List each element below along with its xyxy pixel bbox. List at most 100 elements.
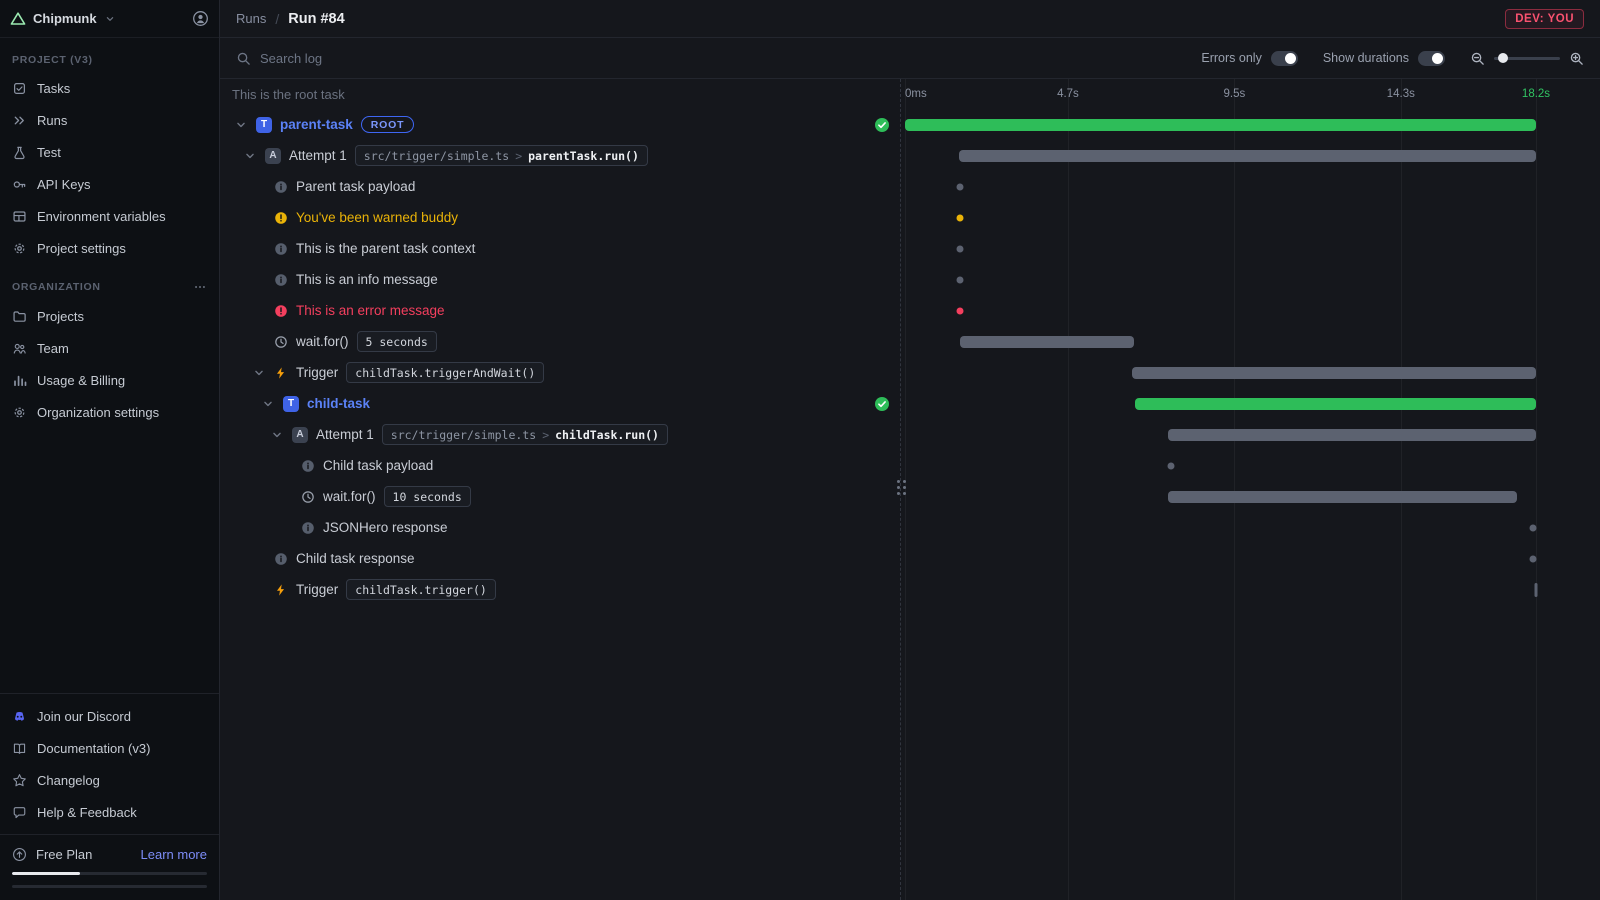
sidebar-item-projects[interactable]: Projects (0, 300, 219, 332)
timeline-row[interactable] (901, 140, 1600, 171)
timeline-row[interactable] (901, 264, 1600, 295)
timeline-row[interactable] (901, 326, 1600, 357)
sidebar-item-usage-billing[interactable]: Usage & Billing (0, 364, 219, 396)
breadcrumb-runs[interactable]: Runs (236, 11, 266, 26)
sidebar-item-label: Changelog (37, 773, 100, 788)
sidebar-item-label: Join our Discord (37, 709, 131, 724)
row-label: Child task payload (323, 458, 433, 473)
info-icon (274, 273, 288, 287)
zoom-out-icon[interactable] (1470, 51, 1485, 66)
environment-badge[interactable]: DEV: YOU (1505, 9, 1584, 29)
organization-menu-icon[interactable] (193, 280, 207, 294)
timeline-span (905, 233, 1536, 264)
info-icon (301, 521, 315, 535)
sidebar-item-changelog[interactable]: Changelog (0, 764, 219, 796)
row-label: child-task (307, 396, 370, 411)
attempt-icon: A (292, 427, 308, 443)
zoom-slider[interactable] (1494, 57, 1560, 60)
timeline-row[interactable] (901, 419, 1600, 450)
avatar[interactable] (192, 10, 209, 27)
run-tree-row[interactable]: Child task response (220, 543, 900, 574)
zoom-in-icon[interactable] (1569, 51, 1584, 66)
run-tree-row[interactable]: Parent task payload (220, 171, 900, 202)
run-tree-row[interactable]: Child task payload (220, 450, 900, 481)
timeline-row[interactable] (901, 357, 1600, 388)
timeline-header: 0ms4.7s9.5s14.3s18.2s (901, 79, 1600, 109)
tasks-icon (12, 81, 27, 96)
search-input[interactable] (260, 51, 560, 66)
sidebar-item-documentation-v3[interactable]: Documentation (v3) (0, 732, 219, 764)
organization-section-header: ORGANIZATION (0, 264, 219, 300)
show-durations-toggle[interactable] (1418, 51, 1445, 66)
sidebar-item-environment-variables[interactable]: Environment variables (0, 200, 219, 232)
timeline-row[interactable] (901, 109, 1600, 140)
sidebar-item-label: Test (37, 145, 61, 160)
sidebar-item-project-settings[interactable]: Project settings (0, 232, 219, 264)
run-tree-row[interactable]: TriggerchildTask.triggerAndWait() (220, 357, 900, 388)
learn-more-link[interactable]: Learn more (141, 847, 207, 862)
workspace-switcher[interactable]: Chipmunk (0, 0, 219, 38)
run-tree-row[interactable]: This is an info message (220, 264, 900, 295)
row-label: Parent task payload (296, 179, 415, 194)
pane-resize-handle[interactable] (894, 476, 909, 499)
run-tree: Tparent-taskROOTAAttempt 1 src/trigger/s… (220, 109, 900, 605)
run-tree-row[interactable]: This is the parent task context (220, 233, 900, 264)
clock-icon (301, 490, 315, 504)
timeline-row[interactable] (901, 481, 1600, 512)
value-chip: childTask.trigger() (346, 579, 496, 600)
row-label: wait.for() (323, 489, 376, 504)
run-tree-row[interactable]: wait.for()5 seconds (220, 326, 900, 357)
chevron-down-icon (270, 428, 284, 442)
row-label: JSONHero response (323, 520, 448, 535)
run-tree-row[interactable]: AAttempt 1 src/trigger/simple.ts>childTa… (220, 419, 900, 450)
sidebar-item-join-our-discord[interactable]: Join our Discord (0, 700, 219, 732)
check-circle-icon (874, 117, 890, 133)
timeline-row[interactable] (901, 171, 1600, 202)
timeline-row[interactable] (901, 543, 1600, 574)
run-tree-row[interactable]: TriggerchildTask.trigger() (220, 574, 900, 605)
sidebar-item-runs[interactable]: Runs (0, 104, 219, 136)
organization-nav: Projects Team Usage & Billing Organizati… (0, 300, 219, 428)
timeline-tick-label: 4.7s (1057, 88, 1079, 100)
root-task-description: This is the root task (232, 87, 345, 102)
sidebar-item-tasks[interactable]: Tasks (0, 72, 219, 104)
sidebar-item-label: Documentation (v3) (37, 741, 150, 756)
sidebar-item-help-feedback[interactable]: Help & Feedback (0, 796, 219, 828)
sidebar-item-organization-settings[interactable]: Organization settings (0, 396, 219, 428)
organization-section-label: ORGANIZATION (12, 281, 101, 293)
errors-only-toggle[interactable] (1271, 51, 1298, 66)
run-tree-row[interactable]: Tchild-task (220, 388, 900, 419)
run-tree-row[interactable]: wait.for() 10 seconds (220, 481, 900, 512)
chart-icon (12, 373, 27, 388)
timeline-tick-label: 0ms (905, 88, 927, 100)
project-section-header: PROJECT (V3) (0, 38, 219, 72)
sidebar-item-team[interactable]: Team (0, 332, 219, 364)
timeline-row[interactable] (901, 450, 1600, 481)
run-tree-row[interactable]: JSONHero response (220, 512, 900, 543)
bolt-icon (274, 583, 288, 597)
row-label: This is the parent task context (296, 241, 475, 256)
sidebar-item-label: Organization settings (37, 405, 159, 420)
timeline-tick-label: 14.3s (1387, 88, 1415, 100)
timeline-row[interactable] (901, 295, 1600, 326)
run-inspector: This is the root task Tparent-taskROOTAA… (220, 79, 1600, 900)
sidebar-item-api-keys[interactable]: API Keys (0, 168, 219, 200)
row-label: You've been warned buddy (296, 210, 458, 225)
run-tree-row[interactable]: AAttempt 1 src/trigger/simple.ts>parentT… (220, 140, 900, 171)
gear-icon (12, 405, 27, 420)
sidebar-item-test[interactable]: Test (0, 136, 219, 168)
timeline-row[interactable] (901, 202, 1600, 233)
usage-meter-track (12, 885, 207, 888)
run-tree-row[interactable]: You've been warned buddy (220, 202, 900, 233)
timeline-row[interactable] (901, 388, 1600, 419)
run-tree-row[interactable]: Tparent-taskROOT (220, 109, 900, 140)
run-tree-row[interactable]: This is an error message (220, 295, 900, 326)
timeline-span (905, 574, 1536, 605)
timeline-row[interactable] (901, 574, 1600, 605)
task-icon: T (283, 396, 299, 412)
timeline-row[interactable] (901, 233, 1600, 264)
timeline-row[interactable] (901, 512, 1600, 543)
timeline-span (905, 140, 1536, 171)
value-chip: 10 seconds (384, 486, 471, 507)
sidebar-item-label: Environment variables (37, 209, 166, 224)
